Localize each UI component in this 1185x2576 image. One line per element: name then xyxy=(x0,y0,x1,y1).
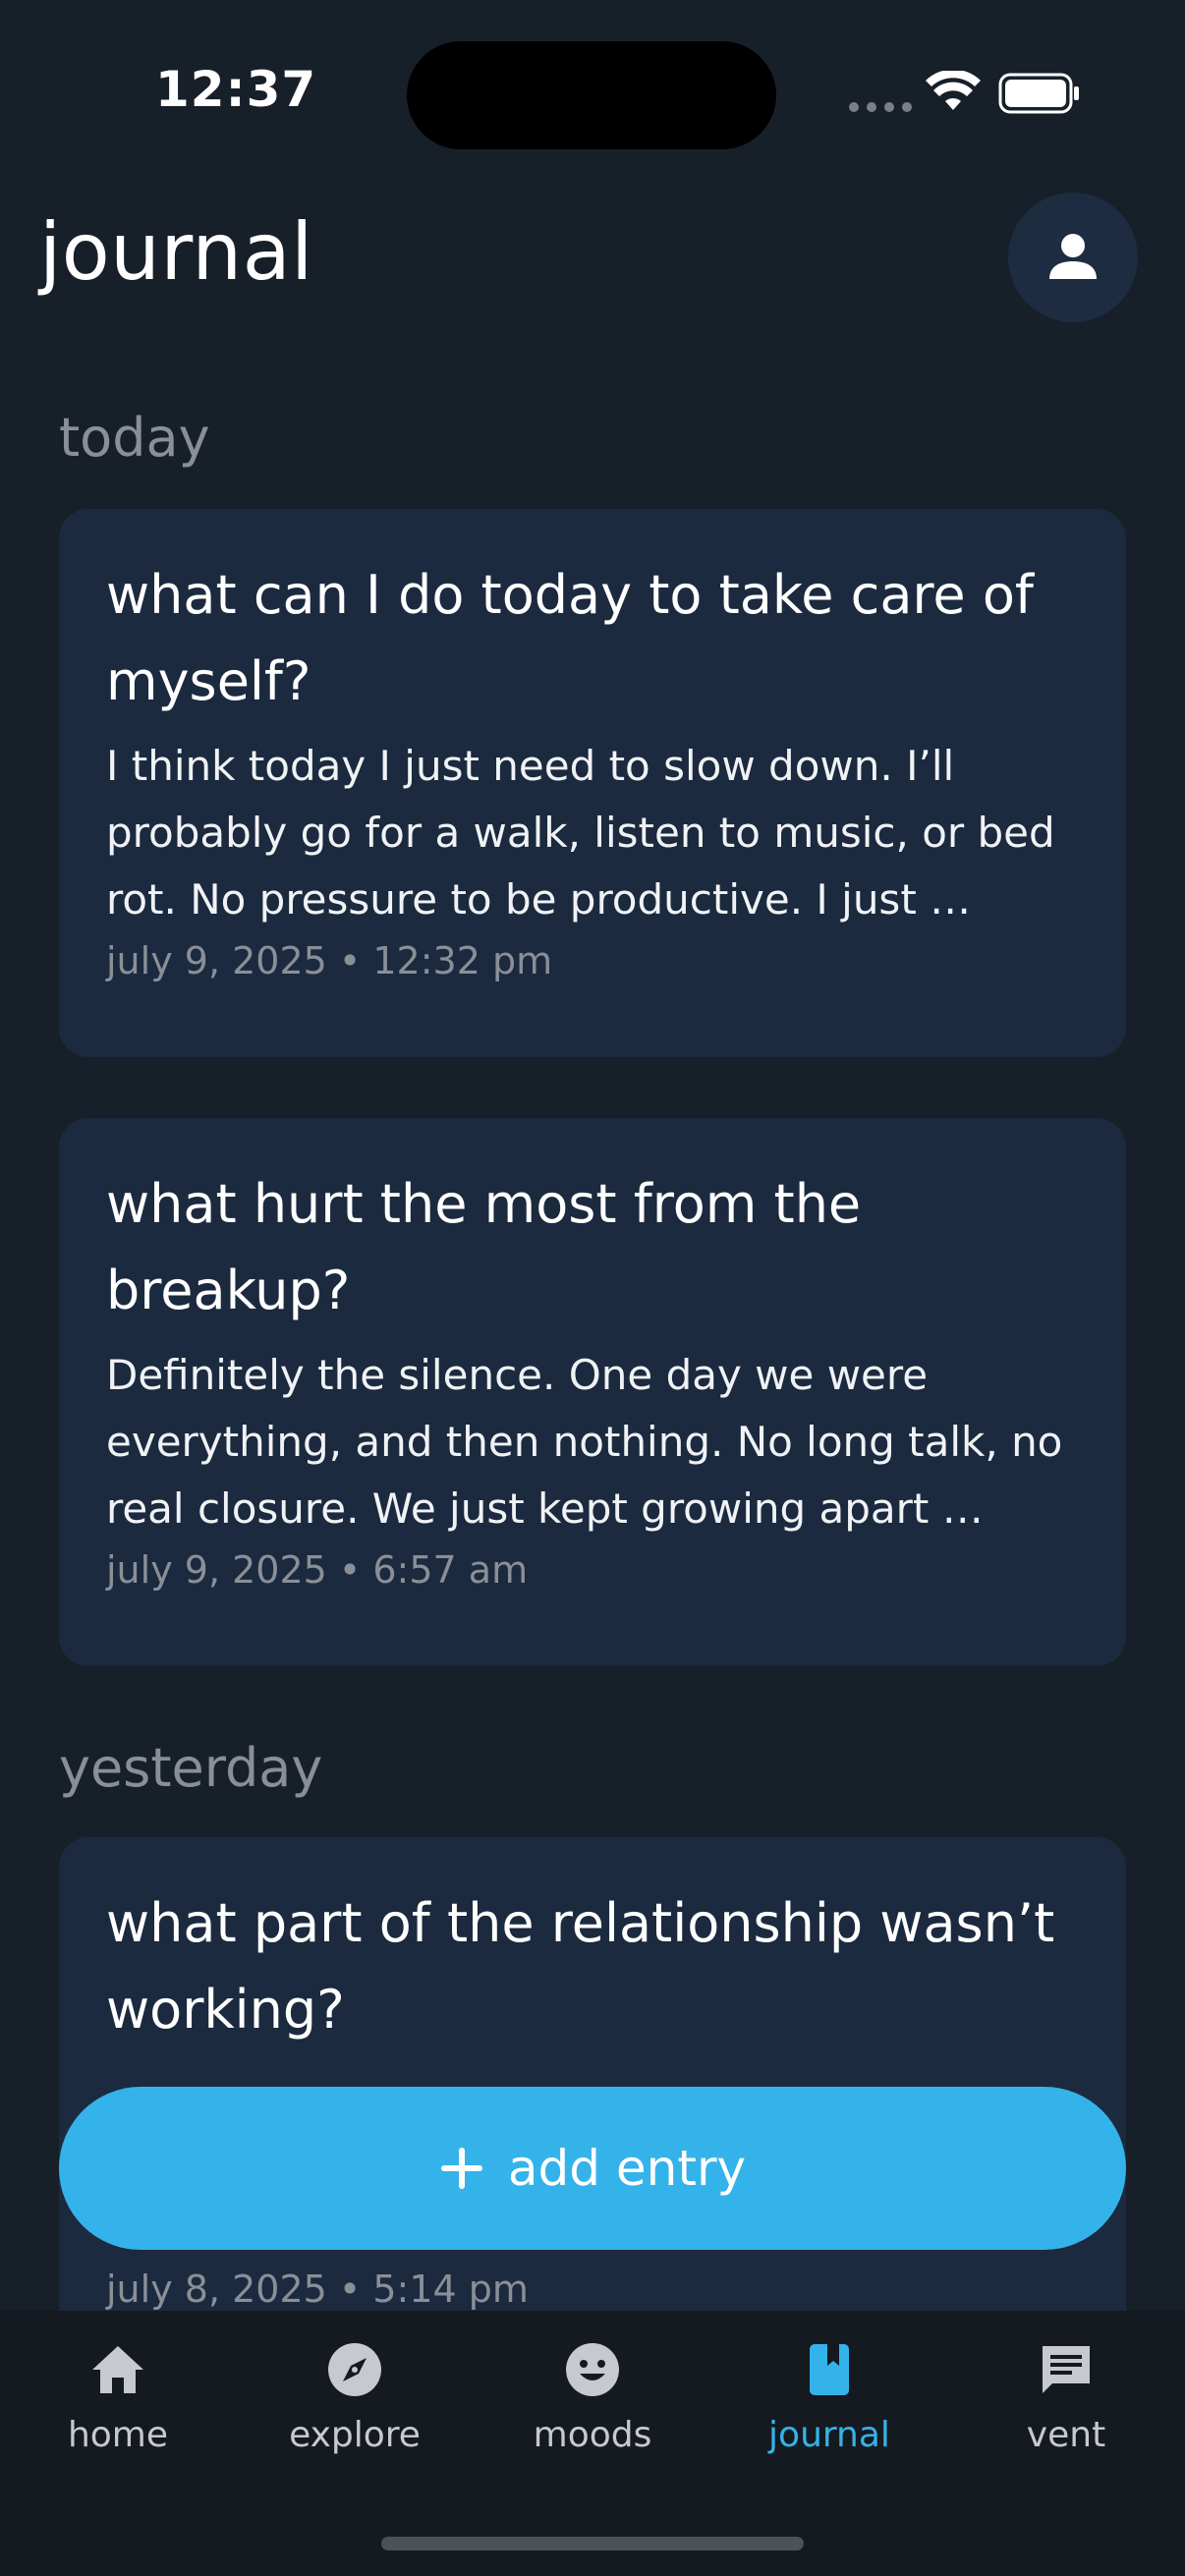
status-time: 12:37 xyxy=(155,61,317,118)
cellular-signal-icon xyxy=(849,102,912,112)
battery-icon xyxy=(998,73,1079,114)
entry-timestamp: july 9, 2025 • 12:32 pm xyxy=(106,939,553,982)
smiley-icon xyxy=(566,2343,619,2396)
entry-card[interactable]: what can I do today to take care of myse… xyxy=(59,509,1126,1057)
tab-moods[interactable]: moods xyxy=(494,2340,691,2455)
profile-button[interactable] xyxy=(1008,193,1138,322)
compass-icon xyxy=(328,2343,381,2396)
plus-icon xyxy=(440,2148,482,2189)
tab-explore[interactable]: explore xyxy=(256,2340,453,2455)
person-icon xyxy=(1049,234,1097,279)
entry-title: what hurt the most from the breakup? xyxy=(106,1173,862,1321)
entry-timestamp: july 9, 2025 • 6:57 am xyxy=(106,1548,529,1592)
tab-label: moods xyxy=(533,2415,652,2455)
tab-label: home xyxy=(67,2415,169,2455)
tab-journal[interactable]: journal xyxy=(731,2340,928,2455)
tab-label: vent xyxy=(1026,2415,1106,2455)
entry-card[interactable]: what hurt the most from the breakup? Def… xyxy=(59,1118,1126,1666)
chat-icon xyxy=(1043,2346,1090,2393)
wifi-icon xyxy=(926,71,981,110)
home-indicator[interactable] xyxy=(381,2537,804,2550)
journal-icon xyxy=(810,2344,849,2395)
entry-title: what can I do today to take care of myse… xyxy=(106,564,1034,712)
entry-timestamp: july 8, 2025 • 5:14 pm xyxy=(106,2268,529,2311)
add-entry-label: add entry xyxy=(507,2140,747,2197)
home-icon xyxy=(92,2346,143,2393)
journal-screen: 12:37 journal today what can I do today … xyxy=(0,0,1185,2576)
page-title: journal xyxy=(39,206,313,298)
dynamic-island xyxy=(407,41,776,149)
tab-label: journal xyxy=(768,2415,890,2455)
add-entry-button[interactable]: add entry xyxy=(59,2087,1126,2250)
section-label-today: today xyxy=(59,407,210,469)
entry-title: what part of the relationship wasn’t wor… xyxy=(106,1892,1055,2041)
tab-vent[interactable]: vent xyxy=(968,2340,1164,2455)
tab-home[interactable]: home xyxy=(20,2340,216,2455)
section-label-yesterday: yesterday xyxy=(59,1737,323,1799)
entry-preview: Definitely the silence. One day we were … xyxy=(106,1351,1063,1533)
tab-label: explore xyxy=(289,2415,421,2455)
entry-preview: I think today I just need to slow down. … xyxy=(106,742,1055,924)
